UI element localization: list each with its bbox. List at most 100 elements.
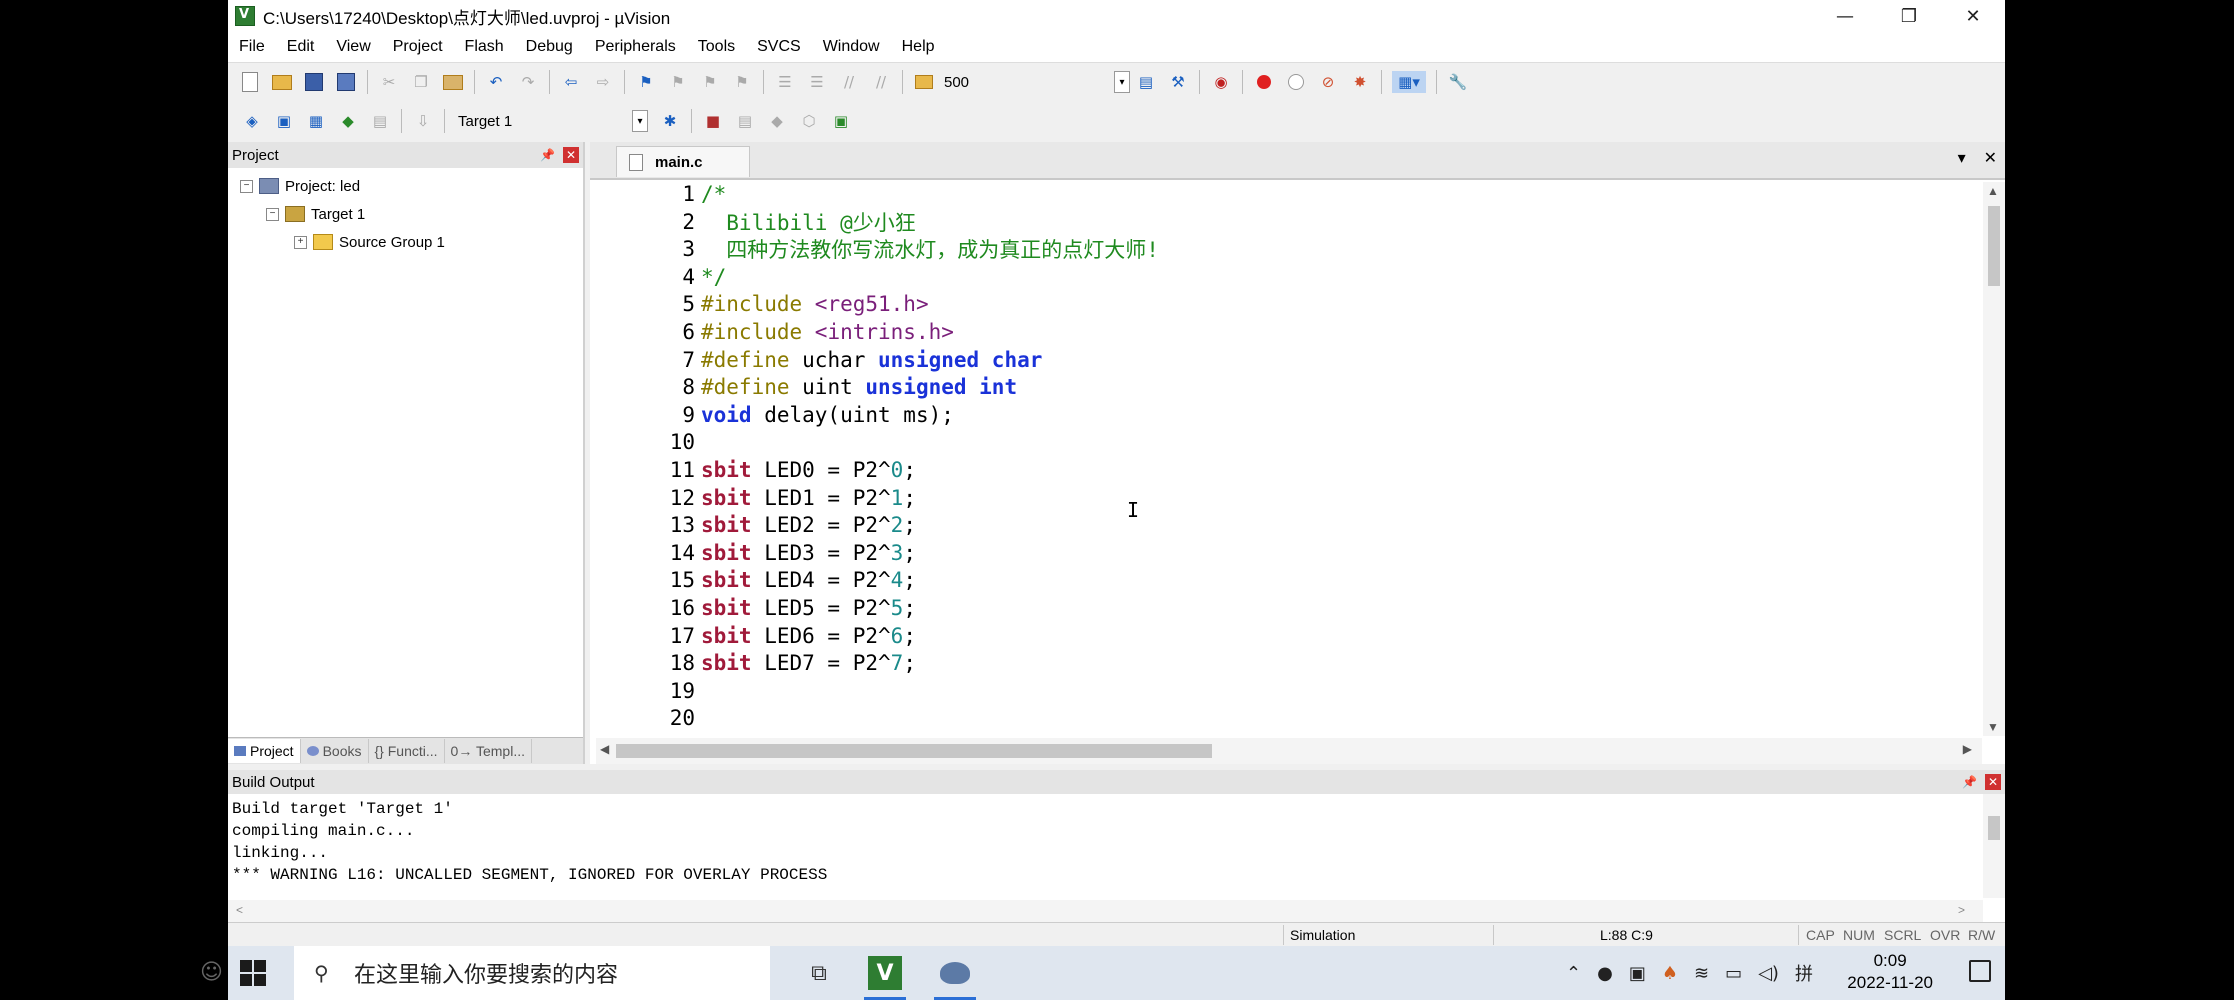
tree-item-project[interactable]: − Project: led <box>240 175 360 197</box>
tab-functions[interactable]: {} Functi... <box>369 739 445 763</box>
collapse-icon[interactable]: − <box>266 207 279 221</box>
minimize-button[interactable]: — <box>1813 0 1877 32</box>
insert-breakpoint-icon[interactable] <box>1253 71 1275 93</box>
menu-flash[interactable]: Flash <box>454 38 515 56</box>
cut-icon[interactable]: ✂ <box>378 71 400 93</box>
enable-breakpoint-icon[interactable] <box>1285 71 1307 93</box>
code-line[interactable]: 8 #define uint unsigned int <box>596 373 1966 401</box>
tab-project[interactable]: Project <box>228 739 301 763</box>
app-tray-icon[interactable]: ♠ <box>1662 963 1678 984</box>
save-all-icon[interactable] <box>335 71 357 93</box>
code-line[interactable]: 18 sbit LED7 = P2^7; <box>596 649 1966 677</box>
bookmark-next-icon[interactable]: ⚑ <box>699 71 721 93</box>
collapse-icon[interactable]: − <box>240 179 253 193</box>
kill-breakpoints-icon[interactable]: ✸ <box>1349 71 1371 93</box>
code-line[interactable]: 4 */ <box>596 263 1966 291</box>
find-combo-dropdown-icon[interactable]: ▾ <box>1114 71 1130 93</box>
code-line[interactable]: 1/* <box>596 182 1966 208</box>
manage-rte-icon[interactable]: ⬡ <box>798 110 820 132</box>
code-line[interactable]: 16 sbit LED5 = P2^5; <box>596 594 1966 622</box>
file-extensions-icon[interactable]: ▤ <box>734 110 756 132</box>
bookmark-clear-icon[interactable]: ⚑ <box>731 71 753 93</box>
comment-icon[interactable]: // <box>838 71 860 93</box>
taskbar-app-debugger[interactable] <box>928 952 982 1000</box>
scroll-down-icon[interactable]: ▼ <box>1987 720 1999 734</box>
configure-icon[interactable]: 🔧 <box>1447 71 1469 93</box>
menu-tools[interactable]: Tools <box>687 38 746 56</box>
menu-view[interactable]: View <box>325 38 381 56</box>
translate-icon[interactable]: ◈ <box>241 110 263 132</box>
tab-list-icon[interactable]: ▾ <box>1958 148 1966 168</box>
input-method-icon[interactable]: 拼 <box>1795 960 1813 986</box>
select-packs-icon[interactable]: ◆ <box>766 110 788 132</box>
scroll-right-icon[interactable]: > <box>1958 903 1965 917</box>
unindent-icon[interactable]: ☰ <box>806 71 828 93</box>
rebuild-icon[interactable]: ▦ <box>305 110 327 132</box>
code-line[interactable]: 7 #define uchar unsigned char <box>596 346 1966 374</box>
new-file-icon[interactable] <box>239 71 261 93</box>
save-icon[interactable] <box>303 71 325 93</box>
code-line[interactable]: 6 #include <intrins.h> <box>596 318 1966 346</box>
code-line[interactable]: 15 sbit LED4 = P2^4; <box>596 566 1966 594</box>
find-icon[interactable]: ▤ <box>1135 71 1157 93</box>
code-line[interactable]: 17 sbit LED6 = P2^6; <box>596 622 1966 650</box>
code-line[interactable]: 5 #include <reg51.h> <box>596 290 1966 318</box>
close-panel-icon[interactable]: ✕ <box>1985 774 2001 790</box>
copy-icon[interactable]: ❐ <box>410 71 432 93</box>
uncomment-icon[interactable]: // <box>870 71 892 93</box>
indent-icon[interactable]: ☰ <box>774 71 796 93</box>
find-combo-value[interactable]: 500 <box>940 74 1114 91</box>
menu-file[interactable]: File <box>228 38 276 56</box>
pin-icon[interactable]: 📌 <box>540 148 555 162</box>
expand-icon[interactable]: + <box>294 235 307 249</box>
taskbar-app-uvision[interactable]: V <box>858 952 912 1000</box>
menu-window[interactable]: Window <box>812 38 891 56</box>
tree-item-target[interactable]: − Target 1 <box>266 203 365 225</box>
notification-center-icon[interactable] <box>1969 960 1991 982</box>
screen-capture-icon[interactable]: ▣ <box>1629 963 1646 984</box>
open-file-icon[interactable] <box>271 71 293 93</box>
battery-icon[interactable]: ▭ <box>1725 963 1742 984</box>
close-button[interactable]: ✕ <box>1941 0 2005 32</box>
wifi-icon[interactable]: ≋ <box>1694 963 1709 984</box>
undo-icon[interactable]: ↶ <box>485 71 507 93</box>
tree-item-source-group[interactable]: + Source Group 1 <box>294 231 445 253</box>
window-layout-icon[interactable]: ▦▾ <box>1392 71 1426 93</box>
pin-icon[interactable]: 📌 <box>1962 775 1977 789</box>
taskbar-clock[interactable]: 0:09 2022-11-20 <box>1847 950 1933 994</box>
bookmark-toggle-icon[interactable]: ⚑ <box>635 71 657 93</box>
incremental-find-icon[interactable]: ⚒ <box>1167 71 1189 93</box>
disable-breakpoints-icon[interactable]: ⊘ <box>1317 71 1339 93</box>
build-vertical-scrollbar[interactable] <box>1983 794 2005 898</box>
start-button-icon[interactable] <box>240 960 266 986</box>
scroll-thumb[interactable] <box>1988 206 2000 286</box>
editor-vertical-scrollbar[interactable]: ▲ ▼ <box>1983 182 2005 736</box>
code-line[interactable]: 20 <box>596 704 1966 732</box>
task-view-button[interactable]: ⧉ <box>792 952 846 994</box>
build-icon[interactable]: ▣ <box>273 110 295 132</box>
find-in-files-icon[interactable] <box>913 71 935 93</box>
build-horizontal-scrollbar[interactable]: < > <box>228 900 1983 922</box>
redo-icon[interactable]: ↷ <box>517 71 539 93</box>
taskbar-search-box[interactable]: ⚲ 在这里输入你要搜索的内容 <box>294 946 770 1000</box>
editor-horizontal-scrollbar[interactable]: ◀ ▶ <box>596 738 1982 764</box>
navigate-forward-icon[interactable]: ⇨ <box>592 71 614 93</box>
code-area[interactable]: 1/* 2 Bilibili @少小狂 3 四种方法教你写流水灯，成为真正的点灯大师… <box>596 182 1974 736</box>
stop-build-icon[interactable]: ▤ <box>369 110 391 132</box>
code-line[interactable]: 14 sbit LED3 = P2^3; <box>596 539 1966 567</box>
batch-build-icon[interactable]: ◆ <box>337 110 359 132</box>
scroll-thumb[interactable] <box>1988 816 2000 840</box>
scroll-thumb[interactable] <box>616 744 1212 758</box>
menu-project[interactable]: Project <box>382 38 454 56</box>
close-panel-icon[interactable]: ✕ <box>563 147 579 163</box>
manage-project-items-icon[interactable]: ■ <box>702 110 724 132</box>
menu-edit[interactable]: Edit <box>276 38 326 56</box>
scroll-up-icon[interactable]: ▲ <box>1987 184 1999 198</box>
code-line[interactable]: 2 Bilibili @少小狂 <box>596 208 1966 236</box>
start-debug-icon[interactable]: ◉ <box>1210 71 1232 93</box>
code-line[interactable]: 10 <box>596 428 1966 456</box>
chevron-up-icon[interactable]: ⌃ <box>1566 963 1581 984</box>
tab-books[interactable]: Books <box>301 739 369 763</box>
editor-tab-main-c[interactable]: main.c <box>616 146 750 177</box>
menu-svcs[interactable]: SVCS <box>746 38 812 56</box>
